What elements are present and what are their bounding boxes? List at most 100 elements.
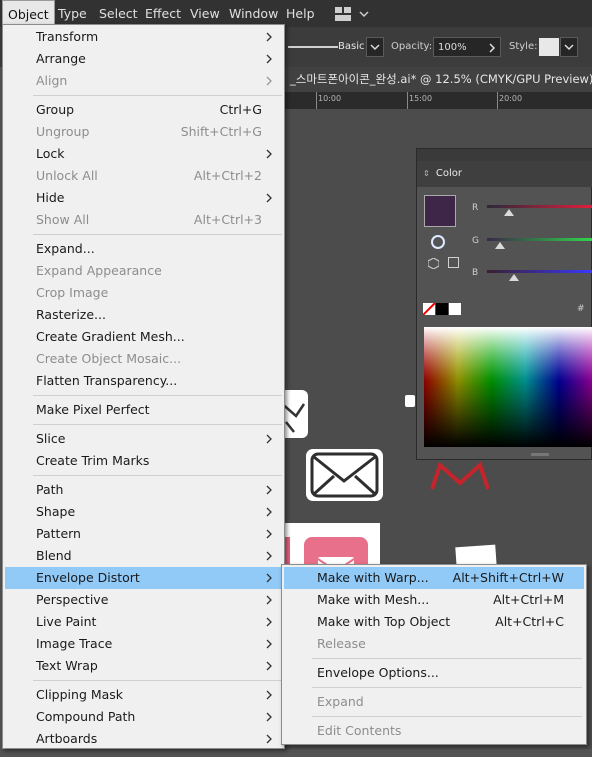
- graphic-style-dropdown[interactable]: [560, 37, 578, 57]
- menu-item-flatten-transparency[interactable]: Flatten Transparency...: [5, 370, 282, 392]
- menu-item-create-trim-marks[interactable]: Create Trim Marks: [5, 450, 282, 472]
- stroke-style-dropdown[interactable]: [366, 37, 384, 57]
- menu-item-envelope-options[interactable]: Envelope Options...: [284, 662, 584, 684]
- menu-item-label: Create Trim Marks: [36, 453, 150, 468]
- menu-item-compound-path[interactable]: Compound Path: [5, 706, 282, 728]
- horizontal-ruler[interactable]: 10:00 15:00 20:00: [280, 92, 592, 110]
- stroke-style-label: Basic: [338, 41, 365, 52]
- menu-item-live-paint[interactable]: Live Paint: [5, 611, 282, 633]
- menu-separator: [33, 95, 282, 96]
- chevron-down-icon: [564, 44, 574, 51]
- slider-label-r: R: [472, 203, 479, 213]
- menu-item-label: Image Trace: [36, 636, 113, 651]
- workspace-switcher-icon: [335, 7, 369, 21]
- menu-item-label: Compound Path: [36, 709, 136, 724]
- menu-item-label: Artboards: [36, 731, 98, 746]
- menu-select[interactable]: Select: [94, 0, 143, 27]
- stroke-preview: [288, 46, 338, 48]
- menu-item-align[interactable]: Align: [5, 70, 282, 92]
- menu-item-make-with-mesh[interactable]: Make with Mesh... Alt+Ctrl+M: [284, 589, 584, 611]
- menu-item-pattern[interactable]: Pattern: [5, 523, 282, 545]
- menu-item-label: Rasterize...: [36, 307, 106, 322]
- menu-item-crop-image[interactable]: Crop Image: [5, 282, 282, 304]
- menu-item-perspective[interactable]: Perspective: [5, 589, 282, 611]
- menu-item-label: Arrange: [36, 51, 86, 66]
- menu-item-label: Lock: [36, 146, 65, 161]
- menu-item-unlock-all[interactable]: Unlock All Alt+Ctrl+2: [5, 165, 282, 187]
- slider-r[interactable]: [487, 205, 592, 208]
- menu-item-expand[interactable]: Expand...: [5, 238, 282, 260]
- menu-item-label: Crop Image: [36, 285, 109, 300]
- menu-item-label: Expand Appearance: [36, 263, 162, 278]
- document-tab[interactable]: _스마트폰아이콘_완성.ai* @ 12.5% (CMYK/GPU Previe…: [280, 67, 592, 92]
- panel-resize-grip[interactable]: [531, 453, 549, 456]
- slider-r-thumb[interactable]: [504, 209, 514, 216]
- menu-item-lock[interactable]: Lock: [5, 143, 282, 165]
- menu-item-ungroup[interactable]: Ungroup Shift+Ctrl+G: [5, 121, 282, 143]
- menu-item-make-with-warp[interactable]: Make with Warp... Alt+Shift+Ctrl+W: [284, 567, 584, 589]
- document-title: _스마트폰아이콘_완성.ai* @ 12.5% (CMYK/GPU Previe…: [290, 72, 592, 86]
- color-panel-tab[interactable]: ⇕ Color: [417, 161, 592, 187]
- menu-item-path[interactable]: Path: [5, 479, 282, 501]
- menu-item-rasterize[interactable]: Rasterize...: [5, 304, 282, 326]
- opacity-field[interactable]: 100%: [433, 37, 501, 57]
- menu-item-label: Align: [36, 73, 68, 88]
- slider-g[interactable]: [487, 238, 592, 241]
- menu-item-expand-appearance[interactable]: Expand Appearance: [5, 260, 282, 282]
- opacity-label: Opacity:: [391, 41, 433, 52]
- graphic-style-swatch[interactable]: [539, 38, 559, 56]
- menu-item-label: Create Object Mosaic...: [36, 351, 182, 366]
- menu-help[interactable]: Help: [281, 0, 320, 27]
- menu-item-label: Group: [36, 102, 75, 117]
- slider-g-thumb[interactable]: [495, 242, 505, 249]
- slider-b-thumb[interactable]: [509, 274, 519, 281]
- menu-item-label: Perspective: [36, 592, 109, 607]
- menu-window[interactable]: Window: [224, 0, 283, 27]
- menu-item-release[interactable]: Release: [284, 633, 584, 655]
- workspace-switcher[interactable]: [333, 6, 373, 22]
- menu-item-make-pixel-perfect[interactable]: Make Pixel Perfect: [5, 399, 282, 421]
- menu-item-create-object-mosaic[interactable]: Create Object Mosaic...: [5, 348, 282, 370]
- menu-item-text-wrap[interactable]: Text Wrap: [5, 655, 282, 677]
- fill-swatch[interactable]: [424, 195, 456, 227]
- square-icon[interactable]: [448, 257, 459, 268]
- color-panel-title: Color: [435, 168, 462, 179]
- menu-item-shortcut: Alt+Ctrl+2: [193, 168, 262, 183]
- menu-item-make-with-top-object[interactable]: Make with Top Object Alt+Ctrl+C: [284, 611, 584, 633]
- menu-item-slice[interactable]: Slice: [5, 428, 282, 450]
- menu-type[interactable]: Type: [53, 0, 92, 27]
- menu-item-show-all[interactable]: Show All Alt+Ctrl+3: [5, 209, 282, 231]
- menu-item-arrange[interactable]: Arrange: [5, 48, 282, 70]
- menu-object[interactable]: Object: [2, 0, 55, 27]
- menu-item-hide[interactable]: Hide: [5, 187, 282, 209]
- menu-item-label: Create Gradient Mesh...: [36, 329, 185, 344]
- menu-item-transform[interactable]: Transform: [5, 26, 282, 48]
- menu-effect[interactable]: Effect: [140, 0, 186, 27]
- ruler-tick-label: 10:00: [318, 94, 342, 103]
- menu-view[interactable]: View: [185, 0, 225, 27]
- color-spectrum[interactable]: [424, 327, 592, 447]
- menu-separator: [33, 680, 282, 681]
- menu-item-shortcut: Alt+Ctrl+C: [495, 614, 564, 629]
- menu-item-edit-contents[interactable]: Edit Contents: [284, 720, 584, 742]
- menu-item-shape[interactable]: Shape: [5, 501, 282, 523]
- none-black-white-swatches[interactable]: [422, 302, 461, 316]
- menu-separator: [33, 475, 282, 476]
- menu-item-image-trace[interactable]: Image Trace: [5, 633, 282, 655]
- stroke-swatch-icon[interactable]: [431, 235, 445, 249]
- menu-separator: [312, 658, 582, 659]
- menu-item-expand[interactable]: Expand: [284, 691, 584, 713]
- hex-hash-label: #: [577, 304, 585, 314]
- menu-item-blend[interactable]: Blend: [5, 545, 282, 567]
- menu-item-create-gradient-mesh[interactable]: Create Gradient Mesh...: [5, 326, 282, 348]
- menu-separator: [33, 424, 282, 425]
- menu-item-envelope-distort[interactable]: Envelope Distort: [5, 567, 282, 589]
- ruler-tick: [497, 92, 498, 109]
- panel-drag-bar[interactable]: [417, 149, 592, 161]
- cube-icon[interactable]: [427, 257, 440, 270]
- menu-item-clipping-mask[interactable]: Clipping Mask: [5, 684, 282, 706]
- collapse-arrows-icon: ⇕: [423, 169, 430, 178]
- menu-item-artboards[interactable]: Artboards: [5, 728, 282, 750]
- slider-b[interactable]: [487, 270, 592, 273]
- menu-item-group[interactable]: Group Ctrl+G: [5, 99, 282, 121]
